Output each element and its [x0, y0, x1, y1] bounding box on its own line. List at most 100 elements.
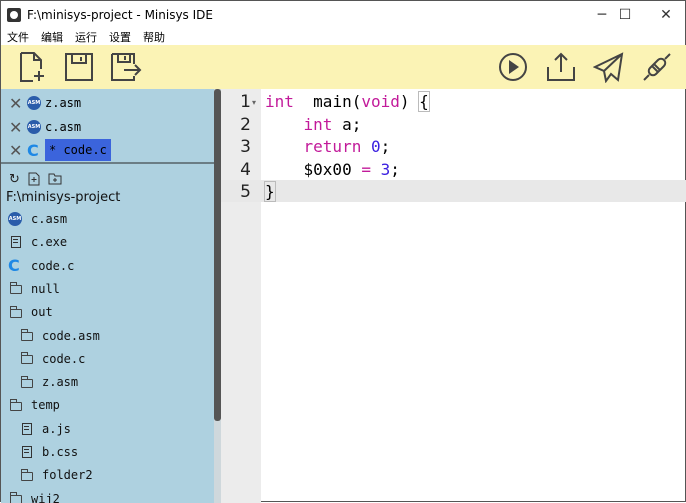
menu-settings[interactable]: 设置: [103, 29, 137, 46]
tree-toolbar: ↻: [9, 172, 62, 187]
code-line[interactable]: return 0;: [265, 136, 391, 158]
run-icon[interactable]: [497, 51, 529, 83]
maximize-button[interactable]: ☐: [608, 1, 642, 29]
menu-run[interactable]: 运行: [69, 29, 103, 46]
asm-file-icon: ASM: [27, 96, 41, 110]
menu-help[interactable]: 帮助: [137, 29, 171, 46]
tree-item-label: temp: [31, 398, 60, 413]
tree-item[interactable]: temp: [5, 394, 60, 416]
tree-item-label: code.c: [31, 258, 75, 273]
folder-icon: [5, 398, 27, 411]
code-token: main(: [293, 92, 362, 111]
code-token: int: [303, 114, 333, 134]
close-tab-icon[interactable]: ✕: [9, 141, 25, 160]
window-title: F:\minisys-project - Minisys IDE: [27, 8, 213, 22]
new-file-icon[interactable]: [15, 51, 47, 83]
folder-icon: [5, 305, 27, 318]
menu-bar: 文件 编辑 运行 设置 帮助: [1, 29, 171, 46]
tree-item-label: c.asm: [31, 212, 68, 226]
code-token: ): [399, 92, 420, 111]
close-tab-icon[interactable]: ✕: [9, 94, 25, 113]
tab-label: z.asm: [45, 96, 82, 110]
line-number: 4: [240, 159, 251, 180]
new-file-icon[interactable]: [28, 172, 40, 186]
tree-item[interactable]: Ccode.c: [5, 255, 74, 277]
tree-item[interactable]: b.css: [16, 441, 78, 463]
tree-item[interactable]: null: [5, 278, 60, 300]
file-icon: [16, 422, 38, 435]
menu-file[interactable]: 文件: [1, 29, 35, 46]
tree-item-label: code.asm: [42, 328, 100, 343]
tree-item-label: null: [31, 281, 60, 296]
folder-icon: [16, 329, 38, 341]
tab-label: * code.c: [45, 139, 111, 161]
upload-icon[interactable]: [545, 51, 577, 83]
c-file-icon: C: [8, 256, 20, 276]
tree-item[interactable]: folder2: [16, 464, 93, 486]
tree-item[interactable]: wij2: [5, 488, 60, 503]
c-file-icon: C: [27, 140, 39, 160]
code-token: 0: [370, 137, 381, 156]
line-number: 3: [240, 137, 251, 157]
code-line[interactable]: }: [264, 181, 276, 203]
asm-file-icon: ASM: [27, 120, 41, 134]
new-folder-icon[interactable]: [48, 172, 62, 185]
line-number: 1: [240, 92, 251, 112]
project-root[interactable]: F:\minisys-project: [6, 190, 120, 205]
asm-file-icon: ASM: [5, 212, 27, 226]
tree-item[interactable]: a.js: [16, 418, 71, 440]
folder-icon: [16, 468, 38, 481]
tab-c-asm[interactable]: ✕ ASM c.asm: [9, 116, 81, 138]
scrollbar-thumb[interactable]: [214, 89, 221, 421]
tree-item-label: b.css: [42, 445, 79, 459]
code-token: =: [361, 159, 371, 179]
folder-icon: [5, 282, 27, 295]
tree-item[interactable]: out: [5, 301, 53, 323]
file-icon: [5, 236, 27, 249]
code-token: void: [361, 92, 400, 111]
folder-icon: [16, 352, 38, 365]
code-line[interactable]: $0x00 = 3;: [265, 159, 400, 181]
send-icon[interactable]: [593, 51, 625, 83]
code-token: return: [303, 137, 362, 156]
menu-edit[interactable]: 编辑: [35, 29, 69, 46]
app-icon: [7, 8, 21, 22]
code-token: $0x00: [265, 159, 362, 179]
code-line[interactable]: int main(void) {: [265, 91, 430, 113]
code-token: int: [265, 92, 294, 111]
line-number: 5: [240, 182, 251, 202]
code-line[interactable]: int a;: [265, 114, 362, 136]
tree-item-label: z.asm: [42, 375, 79, 390]
tree-item-label: code.c: [42, 351, 86, 366]
code-token: {: [418, 91, 430, 112]
code-token: ;: [380, 137, 391, 156]
close-button[interactable]: ✕: [649, 1, 683, 29]
tree-item[interactable]: z.asm: [16, 371, 78, 393]
open-tabs: ✕ ASM z.asm ✕ ASM c.asm ✕ C * code.c: [1, 89, 214, 164]
tree-item[interactable]: c.exe: [5, 231, 67, 253]
tab-label: c.asm: [45, 120, 82, 134]
tree-item-label: folder2: [42, 468, 93, 483]
tree-item-label: out: [31, 305, 53, 320]
code-token: }: [264, 181, 276, 202]
tab-z-asm[interactable]: ✕ ASM z.asm: [9, 92, 81, 114]
connect-icon[interactable]: [641, 51, 673, 83]
close-tab-icon[interactable]: ✕: [9, 118, 25, 137]
fold-arrow-icon[interactable]: ▾: [252, 92, 256, 114]
save-icon[interactable]: [63, 51, 95, 83]
tab-code-c[interactable]: ✕ C * code.c: [9, 139, 111, 161]
file-icon: [16, 446, 38, 458]
tree-item[interactable]: ASM c.asm: [5, 208, 67, 230]
tree-item[interactable]: code.c: [16, 348, 85, 370]
refresh-icon[interactable]: ↻: [9, 172, 20, 187]
tree-item-label: wij2: [31, 491, 60, 503]
code-token: ;: [390, 159, 400, 179]
current-line-highlight: [221, 180, 686, 202]
tree-item[interactable]: code.asm: [16, 325, 100, 347]
save-as-icon[interactable]: [110, 51, 142, 83]
folder-icon: [16, 375, 38, 388]
